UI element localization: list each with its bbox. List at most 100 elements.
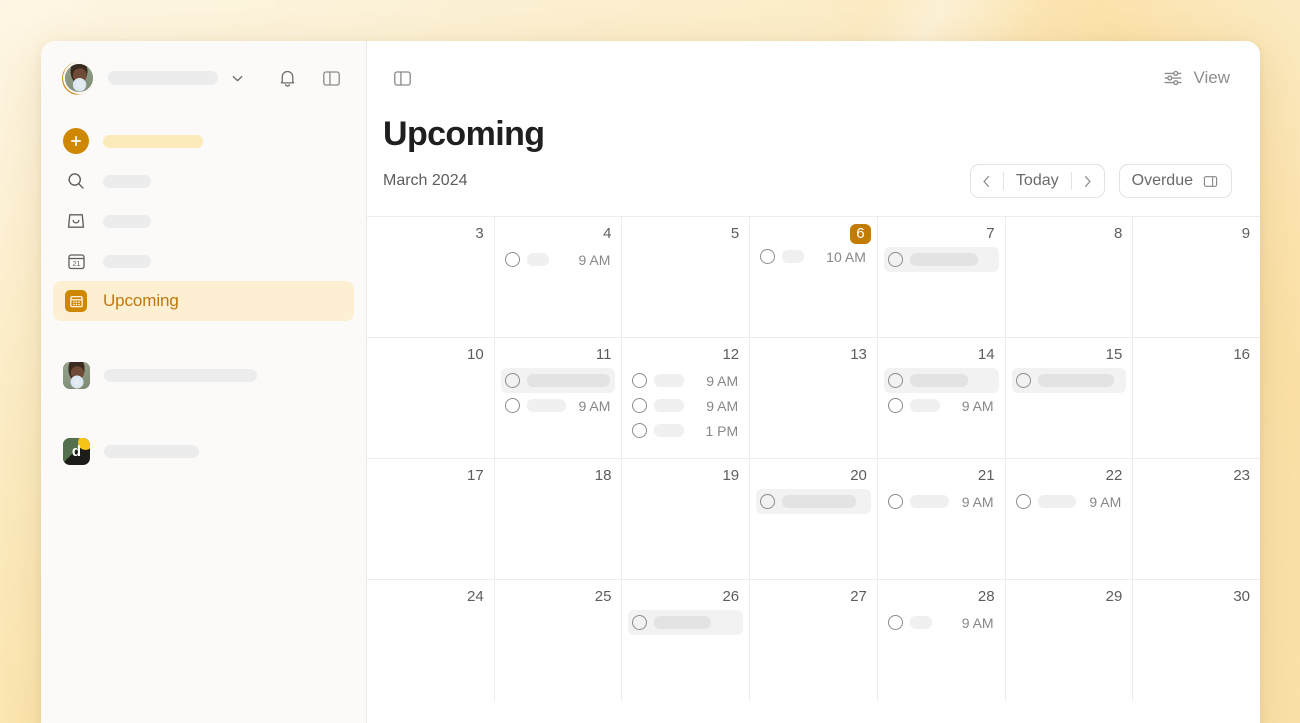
sidebar-project-d[interactable]: d [53,429,354,473]
day-number: 9 [1241,225,1251,242]
task-item[interactable]: 9 AM [884,489,999,514]
calendar-day-cell[interactable]: 27 [750,580,878,701]
task-item[interactable] [756,489,871,514]
next-period-button[interactable] [1072,165,1104,197]
task-item[interactable] [628,610,744,635]
calendar-day-cell[interactable]: 8 [1006,217,1134,337]
task-checkbox-circle-icon[interactable] [1015,373,1031,388]
inbox-icon [63,210,89,232]
task-checkbox-circle-icon[interactable] [632,615,648,630]
calendar-day-cell[interactable]: 29 [1006,580,1134,701]
calendar-day-cell[interactable]: 22 9 AM [1006,459,1134,579]
task-checkbox-circle-icon[interactable] [760,249,776,264]
calendar-day-cell[interactable]: 12 9 AM 9 AM 1 PM [622,338,751,458]
task-item[interactable]: 9 AM [884,610,999,635]
task-time: 9 AM [961,493,994,510]
calendar-day-cell[interactable]: 11 9 AM [495,338,623,458]
calendar-week-row: 3 4 9 AM 5 6 10 AM 7 8 9 [367,217,1260,338]
day-number: 22 [1105,467,1123,484]
task-checkbox-circle-icon[interactable] [504,398,520,413]
account-switcher[interactable] [62,61,95,95]
calendar-day-cell[interactable]: 20 [750,459,878,579]
calendar-day-cell[interactable]: 14 9 AM [878,338,1006,458]
panel-toggle-icon[interactable] [318,65,344,91]
calendar-day-cell[interactable]: 7 [878,217,1006,337]
calendar-day-cell[interactable]: 13 [750,338,878,458]
task-checkbox-circle-icon[interactable] [887,494,903,509]
calendar-day-cell[interactable]: 21 9 AM [878,459,1006,579]
task-checkbox-circle-icon[interactable] [887,252,903,267]
day-number: 30 [1233,588,1251,605]
calendar-day-cell[interactable]: 24 [367,580,495,701]
page-header: Upcoming March 2024 Today Overdue [367,115,1260,216]
day-task-list: 9 AM [501,247,616,272]
task-checkbox-circle-icon[interactable] [632,398,648,413]
calendar-day-cell[interactable]: 19 [622,459,751,579]
calendar-day-cell[interactable]: 3 [367,217,495,337]
calendar-day-cell[interactable]: 25 [495,580,623,701]
task-item[interactable]: 9 AM [501,247,616,272]
task-checkbox-circle-icon[interactable] [887,373,903,388]
day-task-list: 9 AM 9 AM 1 PM [628,368,743,443]
search-icon [63,170,89,192]
sidebar-item-today[interactable]: 21 [53,241,354,281]
calendar-day-cell[interactable]: 9 [1133,217,1260,337]
day-number: 26 [722,588,740,605]
day-number: 13 [850,346,867,363]
task-checkbox-circle-icon[interactable] [760,494,776,509]
prev-period-button[interactable] [971,165,1003,197]
calendar-day-cell[interactable]: 16 [1133,338,1260,458]
task-checkbox-circle-icon[interactable] [632,423,648,438]
task-item[interactable]: 9 AM [501,393,616,418]
day-number: 10 [467,346,484,363]
calendar-day-cell[interactable]: 30 [1133,580,1260,701]
task-item[interactable] [883,247,999,272]
task-item[interactable]: 9 AM [628,368,743,393]
task-checkbox-circle-icon[interactable] [887,398,903,413]
task-checkbox-circle-icon[interactable] [504,373,520,388]
sidebar-item-upcoming[interactable]: Upcoming [53,281,354,321]
task-checkbox-circle-icon[interactable] [504,252,520,267]
task-checkbox-circle-icon[interactable] [1015,494,1031,509]
project-avatar-photo-icon [63,361,90,389]
day-number: 17 [467,467,484,484]
task-item[interactable]: 10 AM [756,244,871,269]
task-item[interactable] [883,368,999,393]
day-number: 29 [1105,588,1123,605]
sidebar-item-label-redacted [103,254,151,268]
sidebar-item-add-task[interactable] [53,121,354,161]
task-item[interactable]: 1 PM [628,418,743,443]
task-checkbox-circle-icon[interactable] [887,615,903,630]
task-item[interactable] [500,368,616,393]
task-checkbox-circle-icon[interactable] [632,373,648,388]
chevron-left-icon [983,175,990,187]
sidebar-project-avatar[interactable] [53,353,354,397]
calendar-day-cell[interactable]: 26 [622,580,751,701]
calendar-day-cell[interactable]: 23 [1133,459,1260,579]
task-item[interactable]: 9 AM [1012,489,1127,514]
calendar-day-cell[interactable]: 5 [622,217,751,337]
calendar-day-cell[interactable]: 17 [367,459,495,579]
calendar-day-cell[interactable]: 15 [1006,338,1134,458]
date-nav-group: Today [969,164,1105,198]
calendar-day-cell[interactable]: 10 [367,338,495,458]
day-number-today: 6 [849,224,871,244]
overdue-button[interactable]: Overdue [1118,164,1232,198]
sidebar-item-inbox[interactable] [53,201,354,241]
calendar-day-cell[interactable]: 4 9 AM [495,217,623,337]
sidebar-item-search[interactable] [53,161,354,201]
panel-toggle-icon[interactable] [389,65,415,91]
view-button[interactable]: View [1160,63,1232,93]
chevron-down-icon[interactable] [230,71,245,86]
calendar-day-cell[interactable]: 6 10 AM [750,217,878,337]
calendar-day-cell[interactable]: 18 [495,459,623,579]
calendar-day-cell[interactable]: 28 9 AM [878,580,1006,701]
bell-icon[interactable] [274,65,300,91]
task-title-redacted [909,374,968,387]
task-item[interactable]: 9 AM [628,393,743,418]
task-title-redacted [909,399,940,412]
task-item[interactable]: 9 AM [884,393,999,418]
task-title-redacted [526,399,566,412]
task-item[interactable] [1011,368,1127,393]
today-button[interactable]: Today [1004,165,1071,197]
